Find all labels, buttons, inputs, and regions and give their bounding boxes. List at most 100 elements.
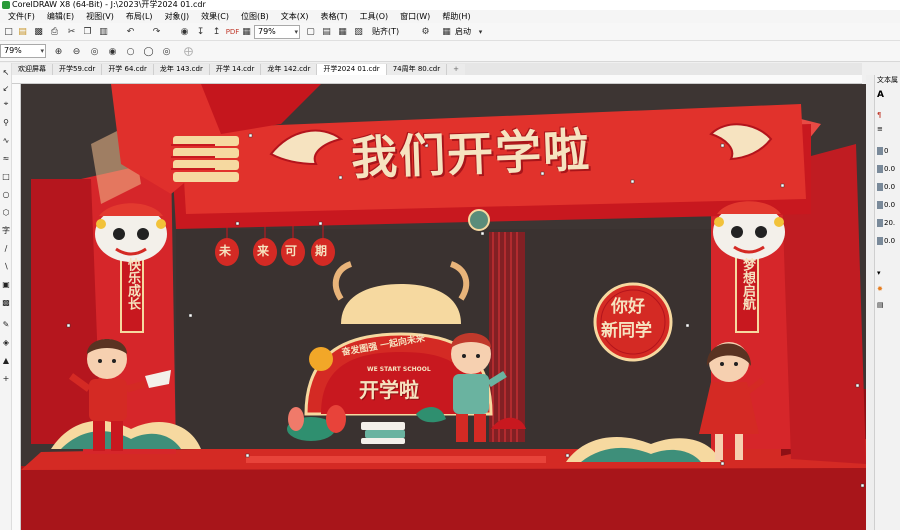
frame-icon[interactable]: ▤ (877, 299, 899, 311)
menu-bitmap[interactable]: 位图(B) (235, 10, 275, 23)
circle-text-line1: 你好 (611, 297, 645, 317)
zoom-levels-combo[interactable]: 79% ▾ (0, 44, 46, 58)
tab-longnian143[interactable]: 龙年 143.cdr (153, 64, 210, 75)
headline-text: 我们开学啦 (350, 122, 592, 186)
chevron-down-icon[interactable]: ▾ (474, 25, 487, 38)
zoom-height-icon[interactable]: ◎ (160, 45, 173, 58)
menu-table[interactable]: 表格(T) (314, 10, 353, 23)
parallel-dimension-icon[interactable]: ∕ (1, 243, 11, 253)
tab-kaixue59[interactable]: 开学59.cdr (53, 64, 103, 75)
window-title: CorelDRAW X8 (64-Bit) - J:\2023\开学2024 0… (12, 0, 206, 9)
menu-edit[interactable]: 编辑(E) (41, 10, 80, 23)
rectangle-tool-icon[interactable]: □ (1, 171, 11, 181)
undo-icon[interactable]: ↶ (124, 25, 137, 38)
zoom-selected-icon[interactable]: ◎ (88, 45, 101, 58)
word-spacing-value[interactable]: 0.0 (877, 235, 899, 247)
menu-tools[interactable]: 工具(O) (354, 10, 395, 23)
vertical-scrollbar[interactable] (866, 75, 874, 530)
paragraph-icon[interactable]: ¶ (877, 109, 899, 121)
transparency-tool-icon[interactable]: ▩ (1, 297, 11, 307)
horizontal-ruler[interactable] (12, 75, 862, 84)
effects-icon[interactable]: ✸ (877, 283, 899, 295)
add-tab-button[interactable]: + (447, 64, 465, 75)
launch-button[interactable]: 启动 (455, 25, 471, 39)
full-screen-icon[interactable]: ▢ (304, 25, 317, 38)
menu-text[interactable]: 文本(X) (275, 10, 315, 23)
menu-layout[interactable]: 布局(L) (120, 10, 159, 23)
crop-tool-icon[interactable]: ⌖ (1, 99, 11, 109)
standard-toolbar: □ ▤ ▩ ⎙ ✂ ❐ ▥ ↶ ↷ ◉ ↧ ↥ PDF ▦ 79% ▾ ▢ ▤ … (0, 23, 900, 41)
interactive-fill-icon[interactable]: ◈ (1, 337, 11, 347)
freehand-tool-icon[interactable]: ∿ (1, 135, 11, 145)
menu-window[interactable]: 窗口(W) (394, 10, 436, 23)
align-icon[interactable]: ≡ (877, 123, 899, 135)
text-properties-docker: 文本属 A ¶ ≡ 0 0.0 0.0 0.0 20. 0.0 ▾ ✸ ▤ (874, 75, 900, 530)
chevron-down-icon: ▾ (294, 28, 298, 36)
tassel-curtain (489, 232, 525, 442)
show-grid-icon[interactable]: ▦ (336, 25, 349, 38)
gear-icon[interactable]: ⚙ (419, 25, 432, 38)
zoom-tool-icon[interactable]: ⚲ (1, 117, 11, 127)
pick-tool-icon[interactable]: ↖ (1, 67, 11, 77)
spacing-after-value[interactable]: 0.0 (877, 181, 899, 193)
zoom-out-icon[interactable]: ⊖ (70, 45, 83, 58)
paste-icon[interactable]: ▥ (97, 25, 110, 38)
drawing-canvas[interactable]: 我们开学啦 未 来 可 期 快乐成长 梦想启航 你好 新同学 奋发图强 一起向未… (21, 84, 866, 530)
snap-to-button[interactable]: 贴齐(T) (372, 25, 399, 39)
line-spacing-value[interactable]: 0.0 (877, 199, 899, 211)
ellipse-tool-icon[interactable]: ○ (1, 189, 11, 199)
shape-tool-icon[interactable]: ↙ (1, 83, 11, 93)
spacing-before-value[interactable]: 0.0 (877, 163, 899, 175)
save-icon[interactable]: ▩ (32, 25, 45, 38)
add-tool-icon[interactable]: + (1, 373, 11, 383)
app-launcher-icon[interactable]: ▦ (240, 25, 253, 38)
zoom-all-objects-icon[interactable]: ◉ (106, 45, 119, 58)
text-tool-icon[interactable]: 字 (1, 225, 11, 235)
vertical-ruler[interactable] (12, 84, 21, 530)
tab-kaixue2024-01[interactable]: 开学2024 01.cdr (317, 64, 387, 75)
open-folder-icon[interactable]: ▤ (16, 25, 29, 38)
lantern-char-2: 来 (257, 244, 270, 258)
polygon-tool-icon[interactable]: ⬡ (1, 207, 11, 217)
left-banner-text: 快乐成长 (125, 258, 140, 310)
artistic-media-icon[interactable]: ≈ (1, 153, 11, 163)
text-tool-icon[interactable]: A (877, 89, 899, 101)
menu-effects[interactable]: 效果(C) (195, 10, 235, 23)
tab-longnian142[interactable]: 龙年 142.cdr (261, 64, 318, 75)
mouse-wheel-zoom-icon[interactable]: ⨁ (182, 45, 195, 58)
eyedropper-icon[interactable]: ✎ (1, 319, 11, 329)
tab-kaixue14[interactable]: 开学 14.cdr (209, 64, 262, 75)
tab-kaixue64[interactable]: 开学 64.cdr (102, 64, 154, 75)
search-content-icon[interactable]: ◉ (178, 25, 191, 38)
connector-tool-icon[interactable]: ∖ (1, 261, 11, 271)
import-icon[interactable]: ↧ (194, 25, 207, 38)
tab-74zhounian80[interactable]: 74周年 80.cdr (386, 64, 448, 75)
zoom-page-icon[interactable]: ○ (124, 45, 137, 58)
menu-file[interactable]: 文件(F) (2, 10, 41, 23)
export-icon[interactable]: ↥ (210, 25, 223, 38)
zoom-in-icon[interactable]: ⊕ (52, 45, 65, 58)
more-options-icon[interactable]: ▾ (877, 267, 899, 279)
new-document-icon[interactable]: □ (2, 25, 15, 38)
show-rulers-icon[interactable]: ▤ (320, 25, 333, 38)
indent-value[interactable]: 0 (877, 145, 899, 157)
drop-shadow-icon[interactable]: ▣ (1, 279, 11, 289)
tab-welcome-screen[interactable]: 欢迎屏幕 (12, 64, 53, 75)
print-icon[interactable]: ⎙ (48, 25, 61, 38)
zoom-level-combo[interactable]: 79% ▾ (254, 25, 300, 39)
cut-icon[interactable]: ✂ (65, 25, 78, 38)
property-bar: 79% ▾ ⊕ ⊖ ◎ ◉ ○ ◯ ◎ ⨁ (0, 41, 900, 62)
toolbox: ↖ ↙ ⌖ ⚲ ∿ ≈ □ ○ ⬡ 字 ∕ ∖ ▣ ▩ ✎ ◈ ▲ + (0, 63, 12, 530)
lantern-char-3: 可 (285, 244, 298, 258)
show-guides-icon[interactable]: ▧ (352, 25, 365, 38)
menu-object[interactable]: 对象(J) (159, 10, 196, 23)
chevron-down-icon: ▾ (40, 47, 44, 55)
redo-icon[interactable]: ↷ (150, 25, 163, 38)
char-spacing-value[interactable]: 20. (877, 217, 899, 229)
copy-icon[interactable]: ❐ (81, 25, 94, 38)
zoom-width-icon[interactable]: ◯ (142, 45, 155, 58)
menu-help[interactable]: 帮助(H) (436, 10, 476, 23)
menu-view[interactable]: 视图(V) (80, 10, 120, 23)
pdf-icon[interactable]: PDF (226, 25, 240, 38)
smart-fill-icon[interactable]: ▲ (1, 355, 11, 365)
